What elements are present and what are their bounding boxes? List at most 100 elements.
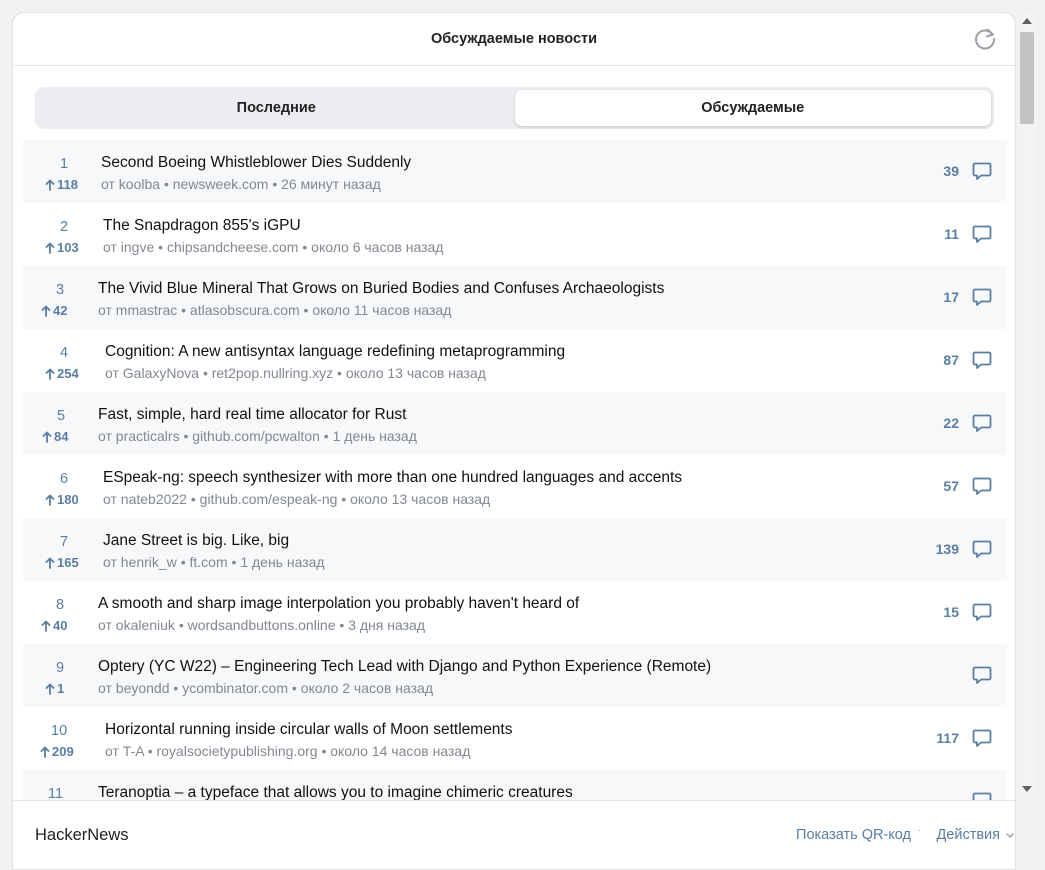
comment-icon[interactable] xyxy=(971,664,993,686)
story-domain-link[interactable]: royalsocietypublishing.org xyxy=(156,743,317,759)
page-title: Обсуждаемые новости xyxy=(430,31,598,47)
actions-label: Действия xyxy=(936,827,1000,843)
story-author-link[interactable]: henrik_w xyxy=(121,554,177,570)
comment-icon[interactable] xyxy=(971,727,993,749)
arrow-up-icon xyxy=(45,683,55,695)
story-score[interactable]: 40 xyxy=(41,618,67,633)
comment-icon[interactable] xyxy=(971,286,993,308)
story-title-link[interactable]: Optery (YC W22) – Engineering Tech Lead … xyxy=(98,658,711,676)
story-author-link[interactable]: mmastrac xyxy=(116,302,177,318)
story-author-link[interactable]: beyondd xyxy=(116,680,170,696)
story-score[interactable]: 42 xyxy=(41,303,67,318)
story-title-link[interactable]: Teranoptia – a typeface that allows you … xyxy=(98,784,573,800)
story-score[interactable]: 180 xyxy=(45,492,79,507)
comment-count[interactable]: 117 xyxy=(936,730,959,746)
story-row[interactable]: 1 118 Second Boeing Whistleblower Dies Sud… xyxy=(23,140,1007,203)
story-row[interactable]: 3 42 The Vivid Blue Mineral That Grows on … xyxy=(23,266,1007,329)
meta-separator: • xyxy=(180,554,186,570)
comment-count[interactable]: 39 xyxy=(943,163,959,179)
comment-icon[interactable] xyxy=(971,412,993,434)
story-score[interactable]: 209 xyxy=(40,744,74,759)
comment-icon[interactable] xyxy=(971,349,993,371)
story-row[interactable]: 11 Teranoptia – a typeface that allows yo… xyxy=(23,770,1007,800)
story-row[interactable]: 2 103 The Snapdragon 855's iGPU от ingve • … xyxy=(23,203,1007,266)
comment-icon[interactable] xyxy=(971,475,993,497)
story-domain-link[interactable]: atlasobscura.com xyxy=(190,302,300,318)
show-qr-link[interactable]: Показать QR-код xyxy=(796,827,911,843)
story-title-link[interactable]: The Vivid Blue Mineral That Grows on Bur… xyxy=(98,280,664,298)
scroll-down-arrow[interactable] xyxy=(1022,786,1032,792)
story-meta: от T-A • royalsocietypublishing.org • ок… xyxy=(105,743,470,759)
meta-separator: • xyxy=(181,302,187,318)
story-age: 26 минут назад xyxy=(281,176,381,192)
scrollbar[interactable] xyxy=(1018,12,1036,798)
story-title-link[interactable]: Horizontal running inside circular walls… xyxy=(105,721,513,739)
story-row[interactable]: 9 1 Optery (YC W22) – Engineering Tech Lea… xyxy=(23,644,1007,707)
story-domain-link[interactable]: chipsandcheese.com xyxy=(167,239,299,255)
story-score[interactable]: 1 xyxy=(45,681,64,696)
comment-icon[interactable] xyxy=(971,538,993,560)
story-domain-link[interactable]: github.com/espeak-ng xyxy=(200,491,338,507)
story-domain-link[interactable]: github.com/pcwalton xyxy=(192,428,320,444)
meta-prefix: от xyxy=(98,617,112,633)
story-row[interactable]: 8 40 A smooth and sharp image interpolatio… xyxy=(23,581,1007,644)
story-meta: от mmastrac • atlasobscura.com • около 1… xyxy=(98,302,451,318)
story-author-link[interactable]: GalaxyNova xyxy=(123,365,199,381)
story-author-link[interactable]: T-A xyxy=(123,743,144,759)
story-title-link[interactable]: A smooth and sharp image interpolation y… xyxy=(98,595,579,613)
story-title-link[interactable]: The Snapdragon 855's iGPU xyxy=(103,217,301,235)
refresh-button[interactable] xyxy=(971,25,999,53)
comment-count[interactable]: 11 xyxy=(944,226,959,242)
story-score[interactable]: 103 xyxy=(45,240,79,255)
story-author-link[interactable]: koolba xyxy=(119,176,160,192)
comment-icon[interactable] xyxy=(971,601,993,623)
story-domain-link[interactable]: ft.com xyxy=(190,554,228,570)
story-title-link[interactable]: Second Boeing Whistleblower Dies Suddenl… xyxy=(101,154,411,172)
story-author-link[interactable]: nateb2022 xyxy=(121,491,187,507)
tab-discussed[interactable]: Обсуждаемые xyxy=(514,90,991,126)
story-title-link[interactable]: ESpeak-ng: speech synthesizer with more … xyxy=(103,469,682,487)
story-row[interactable]: 7 165 Jane Street is big. Like, big от henr… xyxy=(23,518,1007,581)
meta-separator: • xyxy=(272,176,278,192)
story-author-link[interactable]: ingve xyxy=(121,239,154,255)
comment-count[interactable]: 139 xyxy=(936,541,959,557)
story-domain-link[interactable]: newsweek.com xyxy=(173,176,269,192)
scroll-thumb[interactable] xyxy=(1020,32,1034,124)
story-meta: от okaleniuk • wordsandbuttons.online • … xyxy=(98,617,425,633)
comment-count[interactable]: 15 xyxy=(943,604,959,620)
comment-count[interactable]: 57 xyxy=(943,478,959,494)
story-title-link[interactable]: Cognition: A new antisyntax language red… xyxy=(105,343,565,361)
comment-icon[interactable] xyxy=(971,790,993,800)
actions-menu-button[interactable]: Действия xyxy=(936,827,1015,843)
story-score[interactable]: 165 xyxy=(45,555,79,570)
comment-count[interactable]: 17 xyxy=(943,289,959,305)
meta-prefix: от xyxy=(101,176,115,192)
arrow-up-icon xyxy=(45,368,55,380)
story-score[interactable]: 118 xyxy=(45,177,78,192)
story-score[interactable]: 84 xyxy=(42,429,68,444)
story-row[interactable]: 6 180 ESpeak-ng: speech synthesizer with m… xyxy=(23,455,1007,518)
comment-count[interactable]: 87 xyxy=(943,352,959,368)
story-title-link[interactable]: Fast, simple, hard real time allocator f… xyxy=(98,406,406,424)
story-title-link[interactable]: Jane Street is big. Like, big xyxy=(103,532,289,550)
story-author-link[interactable]: practicalrs xyxy=(116,428,180,444)
comment-count[interactable]: 22 xyxy=(943,415,959,431)
story-score-value: 254 xyxy=(57,366,79,381)
meta-separator: • xyxy=(183,428,189,444)
story-domain-link[interactable]: wordsandbuttons.online xyxy=(188,617,336,633)
story-author-link[interactable]: okaleniuk xyxy=(116,617,175,633)
refresh-icon xyxy=(975,28,996,50)
story-row[interactable]: 10 209 Horizontal running inside circular … xyxy=(23,707,1007,770)
story-score[interactable]: 254 xyxy=(45,366,79,381)
story-domain-link[interactable]: ycombinator.com xyxy=(182,680,288,696)
scroll-up-arrow[interactable] xyxy=(1022,18,1032,24)
comment-icon[interactable] xyxy=(971,160,993,182)
tab-latest[interactable]: Последние xyxy=(38,90,515,126)
story-domain-link[interactable]: ret2pop.nullring.xyz xyxy=(212,365,333,381)
story-score-value: 1 xyxy=(57,681,65,696)
story-row[interactable]: 5 84 Fast, simple, hard real time allocato… xyxy=(23,392,1007,455)
comment-icon[interactable] xyxy=(971,223,993,245)
story-row[interactable]: 4 254 Cognition: A new antisyntax language… xyxy=(23,329,1007,392)
story-score-value: 84 xyxy=(54,429,69,444)
story-score-value: 118 xyxy=(57,177,78,192)
